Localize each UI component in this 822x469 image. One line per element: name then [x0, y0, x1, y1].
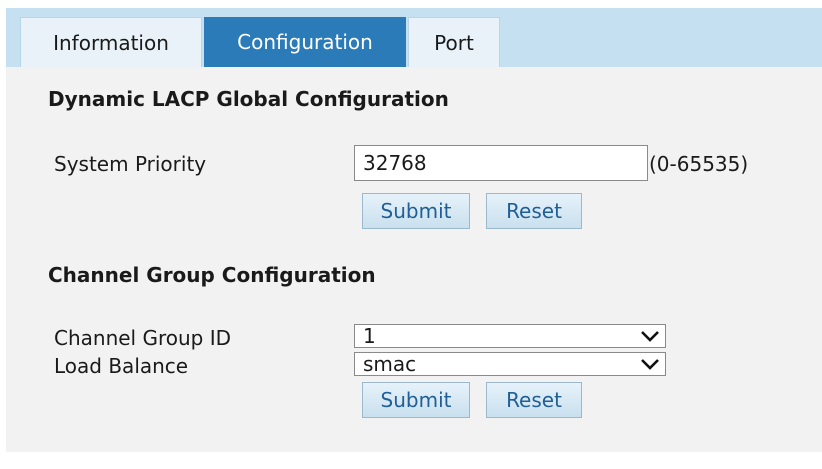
channel-group-id-select[interactable]: 1 — [354, 324, 666, 348]
load-balance-value: smac — [363, 352, 417, 376]
tab-information[interactable]: Information — [20, 17, 202, 67]
channel-group-reset-button[interactable]: Reset — [486, 382, 582, 418]
chevron-down-icon — [641, 359, 659, 370]
load-balance-label: Load Balance — [54, 354, 189, 378]
lacp-global-title: Dynamic LACP Global Configuration — [48, 87, 449, 111]
system-priority-range: (0-65535) — [649, 152, 749, 176]
tab-bar: Information Configuration Port — [6, 8, 822, 67]
system-priority-input[interactable] — [354, 145, 648, 181]
lacp-submit-button[interactable]: Submit — [362, 193, 470, 229]
lacp-reset-button[interactable]: Reset — [486, 193, 582, 229]
load-balance-select[interactable]: smac — [354, 352, 666, 376]
channel-group-id-label: Channel Group ID — [54, 326, 232, 350]
chevron-down-icon — [641, 331, 659, 342]
channel-group-id-value: 1 — [363, 324, 376, 348]
system-priority-label: System Priority — [54, 152, 207, 176]
channel-group-title: Channel Group Configuration — [48, 263, 376, 287]
tab-port[interactable]: Port — [408, 17, 500, 67]
tab-configuration[interactable]: Configuration — [204, 17, 406, 67]
channel-group-submit-button[interactable]: Submit — [362, 382, 470, 418]
config-panel: Information Configuration Port Dynamic L… — [6, 8, 822, 452]
